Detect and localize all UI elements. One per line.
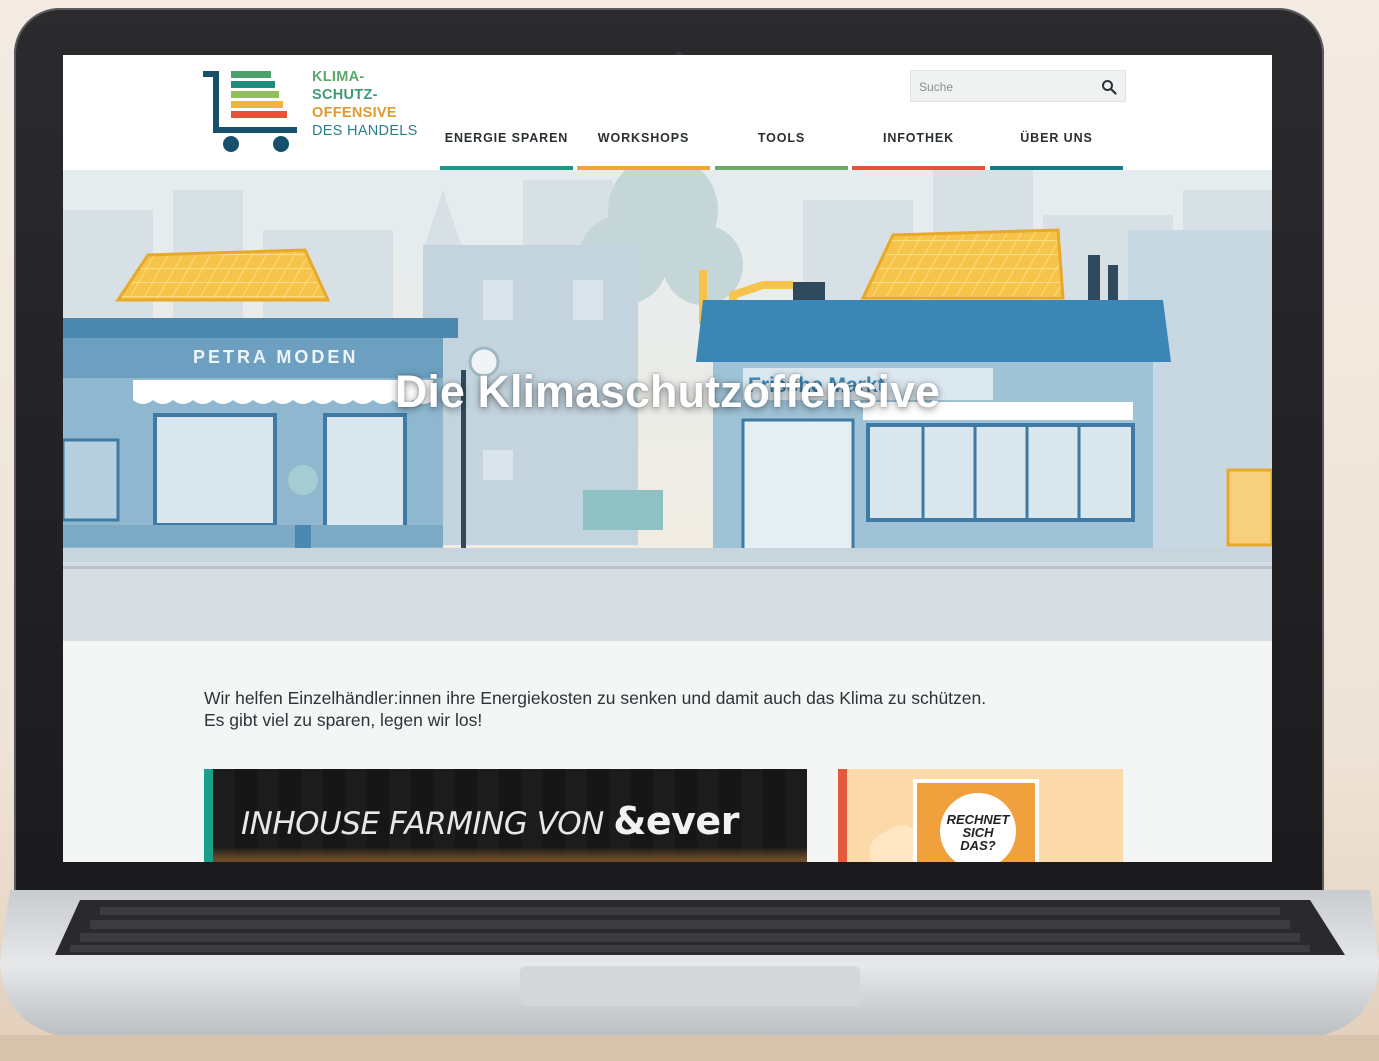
- nav-energie-sparen[interactable]: ENERGIE SPAREN: [440, 126, 573, 170]
- card-accent-bar: [204, 769, 213, 862]
- main-navigation: ENERGIE SPAREN WORKSHOPS TOOLS INFOTHEK …: [440, 126, 1124, 170]
- nav-tools[interactable]: TOOLS: [715, 126, 848, 170]
- hero-title: Die Klimaschutzoffensive: [394, 366, 941, 417]
- laptop-keyboard-base: [0, 890, 1379, 1061]
- logo-line-1: KLIMA-: [312, 69, 365, 85]
- card-image-lights: [213, 847, 807, 862]
- search-box: [910, 70, 1126, 102]
- nav-ueber-uns[interactable]: ÜBER UNS: [990, 126, 1123, 170]
- nav-label: TOOLS: [757, 131, 806, 145]
- teaser-card-inhouse-farming[interactable]: INHOUSE FARMING VON &ever: [204, 769, 807, 862]
- search-icon[interactable]: [1101, 79, 1117, 95]
- nav-label: ÜBER UNS: [1020, 131, 1093, 145]
- site-header: KLIMA- SCHUTZ- OFFENSIVE DES HANDELS ENE…: [63, 55, 1272, 170]
- shopping-cart-logo-icon[interactable]: [203, 69, 299, 153]
- intro-text: Wir helfen Einzelhändler:innen ihre Ener…: [204, 687, 1104, 731]
- card-badge-text: RECHNET SICH DAS?: [940, 813, 1016, 852]
- search-input[interactable]: [919, 77, 1089, 97]
- card-headline: INHOUSE FARMING VON &ever: [241, 799, 739, 843]
- logo-line-2: SCHUTZ-: [312, 87, 378, 103]
- logo-line-4: DES HANDELS: [312, 123, 418, 139]
- card-headline-b: &ever: [613, 799, 739, 843]
- nav-infothek[interactable]: INFOTHEK: [852, 126, 985, 170]
- logo-line-3: OFFENSIVE: [312, 105, 397, 121]
- badge-line-3: DAS?: [960, 838, 996, 853]
- card-accent-bar: [838, 769, 847, 862]
- hero-banner: PETRA MODEN Frische Markt Die Klimaschut…: [63, 170, 1272, 641]
- teaser-card-rechnet-sich-das[interactable]: RECHNET SICH DAS?: [838, 769, 1123, 862]
- petra-moden-sign: PETRA MODEN: [193, 347, 358, 367]
- logo-wordmark[interactable]: KLIMA- SCHUTZ- OFFENSIVE DES HANDELS: [312, 68, 418, 140]
- nav-label: WORKSHOPS: [597, 131, 690, 145]
- intro-line-2: Es gibt viel zu sparen, legen wir los!: [204, 710, 483, 730]
- browser-screen: KLIMA- SCHUTZ- OFFENSIVE DES HANDELS ENE…: [63, 55, 1272, 862]
- nav-label: ENERGIE SPAREN: [444, 131, 569, 145]
- card-headline-a: INHOUSE FARMING VON: [241, 806, 604, 842]
- nav-label: INFOTHEK: [882, 131, 955, 145]
- intro-line-1: Wir helfen Einzelhändler:innen ihre Ener…: [204, 688, 987, 708]
- nav-workshops[interactable]: WORKSHOPS: [577, 126, 710, 170]
